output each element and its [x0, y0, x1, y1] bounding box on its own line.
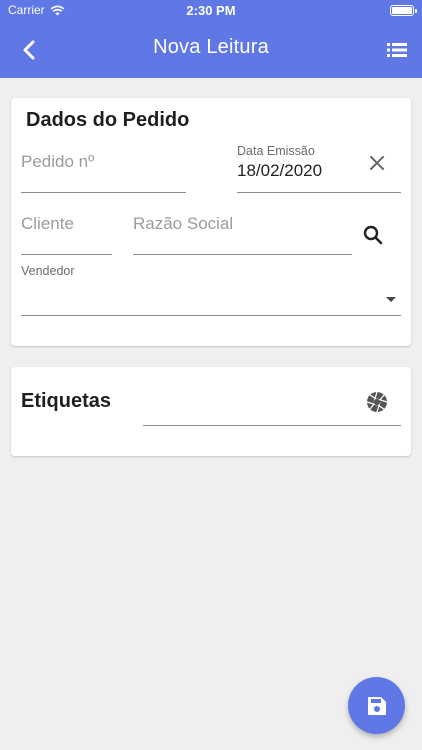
page-title: Nova Leitura [153, 36, 269, 58]
close-icon[interactable] [365, 151, 389, 175]
status-bar: Carrier 2:30 PM [0, 0, 422, 22]
data-emissao-field[interactable]: 18/02/2020 [237, 161, 322, 181]
cliente-input[interactable]: Cliente [21, 214, 74, 234]
razao-social-underline [133, 254, 352, 255]
labels-card: Etiquetas [11, 367, 411, 456]
labels-card-title: Etiquetas [21, 390, 112, 412]
arrow-drop-down-icon[interactable] [379, 287, 403, 311]
nav-bar: Nova Leitura [0, 22, 422, 78]
search-icon[interactable] [361, 223, 385, 247]
vendedor-label: Vendedor [21, 264, 75, 278]
labels-underline [143, 425, 401, 426]
save-icon [367, 696, 386, 715]
vendedor-underline [21, 315, 401, 316]
data-emissao-underline [237, 192, 401, 193]
battery-icon [390, 5, 417, 16]
vendedor-select[interactable] [21, 282, 401, 314]
order-card-title: Dados do Pedido [26, 109, 190, 131]
app-header: Carrier 2:30 PM Nova Leitura [0, 0, 422, 78]
order-details-card: Dados do Pedido Pedido nº Data Emissão 1… [11, 98, 411, 346]
razao-social-input[interactable]: Razão Social [133, 214, 233, 234]
labels-input[interactable] [143, 383, 401, 425]
save-button[interactable] [348, 677, 405, 734]
pedido-underline [21, 192, 186, 193]
list-icon[interactable] [386, 39, 408, 61]
pedido-input[interactable]: Pedido nº [21, 152, 94, 172]
cliente-underline [21, 254, 112, 255]
camera-shutter-icon[interactable] [365, 390, 389, 414]
status-time: 2:30 PM [186, 3, 236, 18]
data-emissao-label: Data Emissão [237, 144, 315, 158]
